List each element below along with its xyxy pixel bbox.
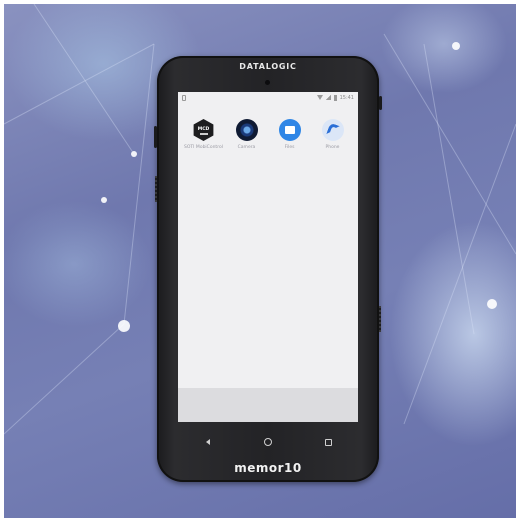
app-label: Phone [325,145,340,150]
camera-lens-icon[interactable] [235,119,258,141]
volume-button [154,126,157,148]
recent-apps-square-icon[interactable] [321,435,335,449]
notification-icon [182,94,186,101]
app-phone[interactable]: Phone [312,119,354,150]
app-camera[interactable]: Camera [226,119,268,150]
phone-device: DATALOGIC 15:41 MCD SOTI MobiControl Cam… [154,56,382,482]
screen: 15:41 MCD SOTI MobiControl Camera Files [178,92,358,422]
status-bar: 15:41 [178,92,358,103]
app-label: Camera [237,145,256,150]
app-soti[interactable]: MCD SOTI MobiControl [183,119,225,150]
navigation-bar [178,428,358,456]
app-grid: MCD SOTI MobiControl Camera Files Phone [178,119,358,150]
side-grip [155,176,157,202]
front-camera [265,80,270,85]
app-files[interactable]: Files [269,119,311,150]
wifi-icon [316,95,323,100]
phone-handset-icon[interactable] [321,119,344,141]
back-triangle-icon[interactable] [201,435,215,449]
status-time: 15:41 [339,94,354,101]
signal-icon [325,95,331,100]
model-logo: memor10 [234,461,302,475]
app-label: SOTI MobiControl [184,145,223,150]
dock [178,388,358,422]
side-grip [379,306,381,332]
power-button [379,96,382,110]
brand-logo: DATALOGIC [239,62,297,71]
soti-hexagon-icon[interactable]: MCD [193,119,214,141]
promo-image: DATALOGIC 15:41 MCD SOTI MobiControl Cam… [4,4,516,518]
home-circle-icon[interactable] [261,435,275,449]
folder-icon[interactable] [278,119,301,141]
battery-icon [333,94,337,101]
app-label: Files [284,145,295,150]
